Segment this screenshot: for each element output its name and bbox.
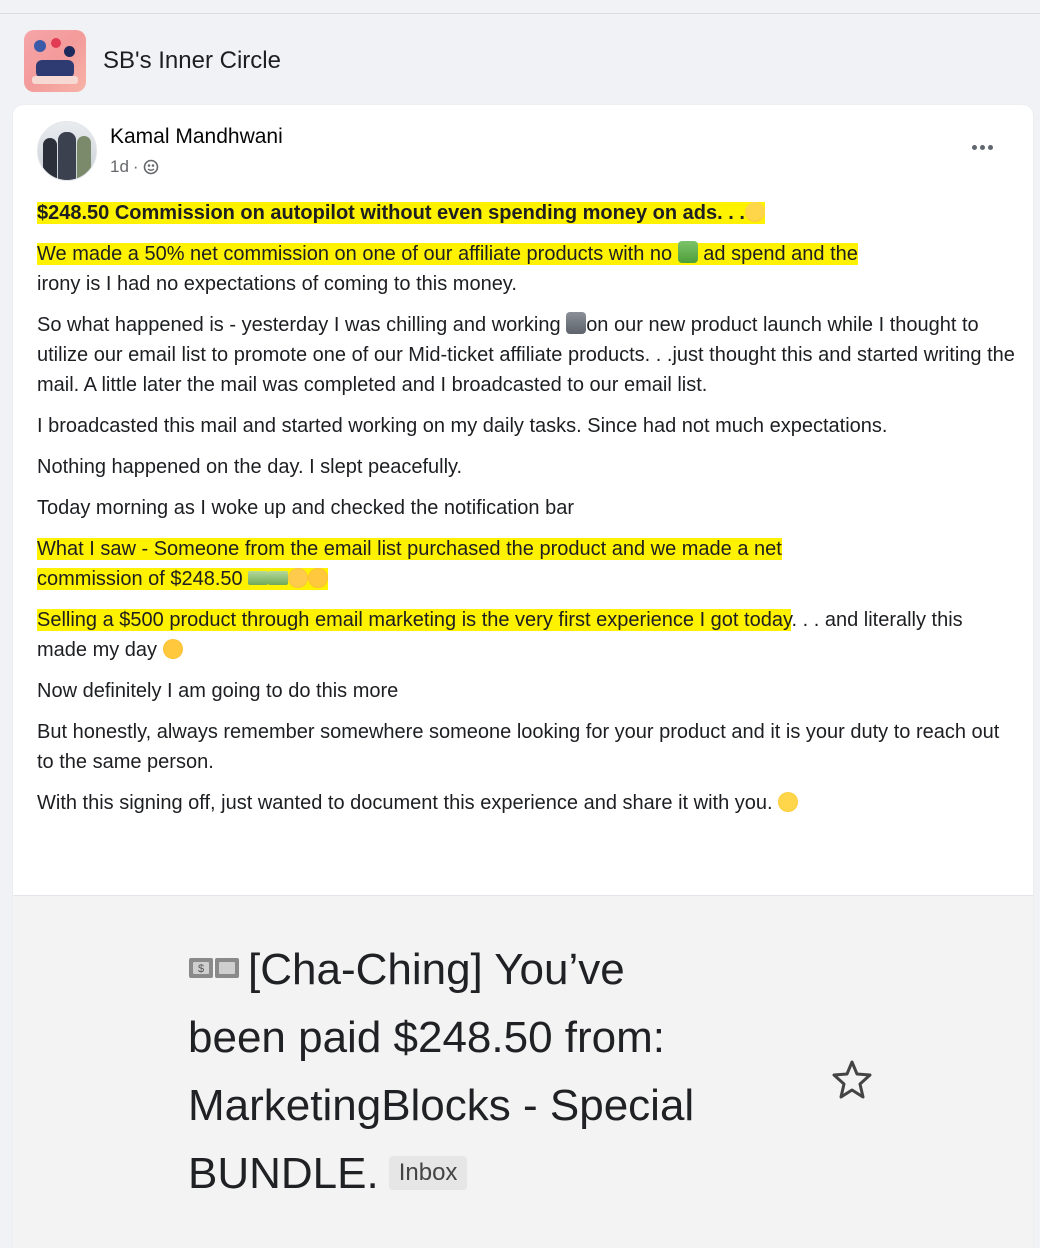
globe-icon (143, 159, 158, 175)
technologist-icon (566, 312, 587, 334)
author-name[interactable]: Kamal Mandhwani (110, 125, 283, 149)
group-name[interactable]: SB's Inner Circle (103, 47, 281, 75)
post-paragraph: Now definitely I am going to do this mor… (37, 680, 399, 702)
dollar-bills-icon: $ (189, 958, 239, 978)
post-paragraph: I broadcasted this mail and started work… (37, 415, 888, 437)
post-paragraph: Today morning as I woke up and checked t… (37, 497, 574, 519)
highlighted-headline: $248.50 Commission on autopilot without … (37, 202, 765, 224)
post-meta: 1d · (110, 157, 283, 177)
more-horizontal-icon (971, 144, 977, 150)
highlighted-text: commission of $248.50 (37, 568, 329, 590)
meta-separator: · (132, 157, 139, 176)
money-face-icon (677, 241, 698, 263)
post-paragraph: $248.50 Commission on autopilot without … (37, 198, 1017, 228)
group-header[interactable]: SB's Inner Circle (14, 22, 1038, 100)
highlighted-text: We made a 50% net commission on one of o… (37, 241, 858, 265)
post-paragraph: Nothing happened on the day. I slept pea… (37, 456, 463, 478)
subject-line-3: MarketingBlocks - Special (188, 1081, 695, 1130)
group-avatar[interactable] (24, 30, 86, 92)
heart-eyes-icon (162, 639, 183, 659)
svg-text:$: $ (198, 963, 204, 975)
post-paragraph: What I saw - Someone from the email list… (37, 534, 1017, 594)
inbox-label[interactable]: Inbox (388, 1156, 468, 1190)
top-divider (0, 13, 1040, 14)
post-paragraph: With this signing off, just wanted to do… (37, 788, 1017, 818)
email-subject: $ [Cha-Ching] You’ve been paid $248.50 f… (188, 936, 788, 1208)
highlighted-text: Selling a $500 product through email mar… (37, 609, 792, 631)
subject-line-4: BUNDLE. (188, 1149, 379, 1198)
author-info: Kamal Mandhwani 1d · (110, 121, 283, 181)
subject-line-1: [Cha-Ching] You’ve (248, 945, 625, 994)
post-image[interactable]: $ [Cha-Ching] You’ve been paid $248.50 f… (13, 896, 1033, 1248)
dollar-bill-icon (268, 571, 289, 585)
post-paragraph: But honestly, always remember somewhere … (37, 721, 1000, 773)
star-outline-icon[interactable] (831, 1058, 873, 1100)
post-card: Kamal Mandhwani 1d · $248.50 Commission … (13, 105, 1033, 1248)
author-avatar[interactable] (37, 121, 97, 181)
smiling-face-icon (778, 792, 799, 812)
post-paragraph: Selling a $500 product through email mar… (37, 609, 963, 661)
more-options-button[interactable] (967, 137, 997, 157)
shocked-face-icon (744, 202, 765, 222)
author-row: Kamal Mandhwani 1d · (37, 121, 283, 181)
post-body: $248.50 Commission on autopilot without … (37, 198, 1017, 829)
post-time[interactable]: 1d (110, 157, 129, 177)
post-paragraph: We made a 50% net commission on one of o… (37, 241, 858, 295)
partying-face-icon (288, 568, 309, 588)
highlighted-text: What I saw - Someone from the email list… (37, 538, 782, 560)
star-struck-icon (308, 568, 329, 588)
subject-line-2: been paid $248.50 from: (188, 1013, 666, 1062)
dollar-bill-icon (248, 571, 269, 585)
post-paragraph: So what happened is - yesterday I was ch… (37, 312, 1015, 396)
